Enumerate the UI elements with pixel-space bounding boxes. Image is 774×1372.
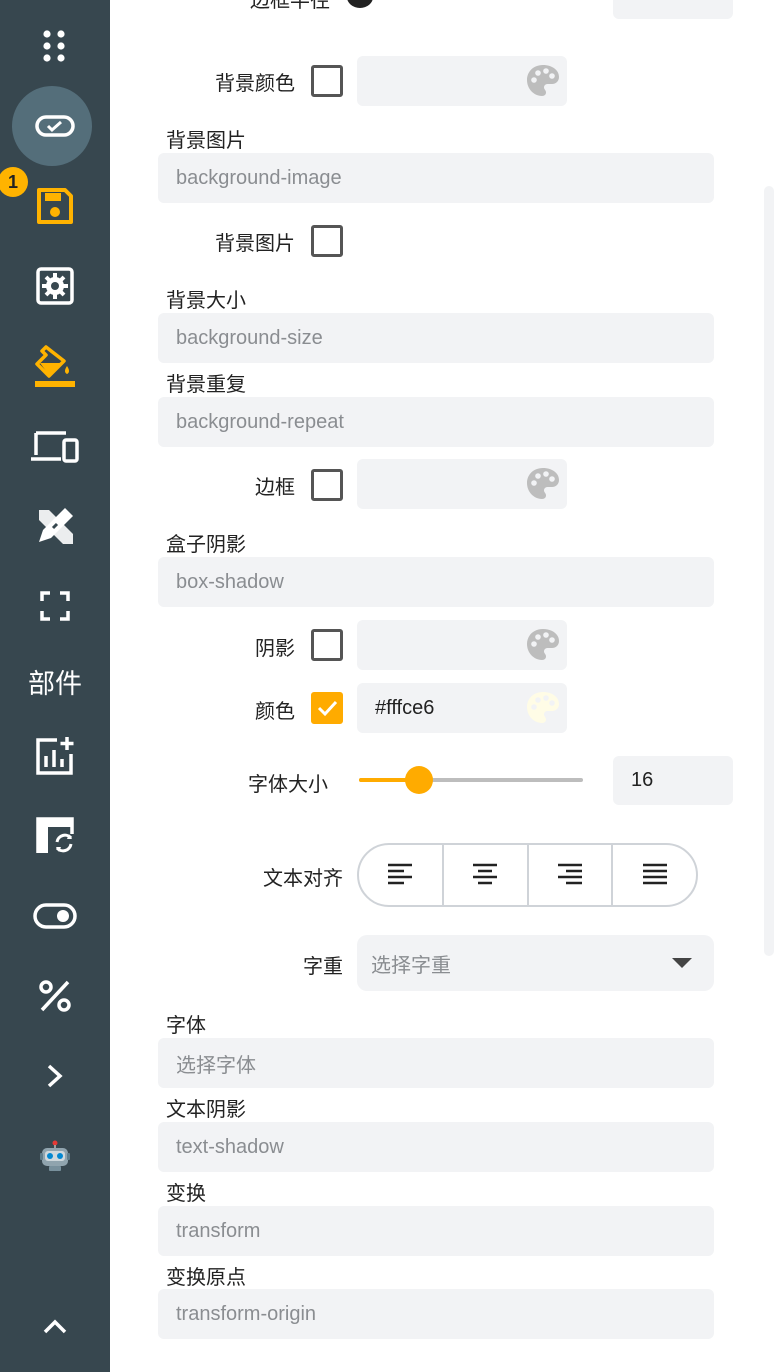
align-right-icon (557, 863, 582, 885)
align-justify-button[interactable] (611, 845, 696, 905)
chevron-up-icon[interactable] (0, 1297, 110, 1357)
scrollbar[interactable] (764, 186, 774, 956)
text-shadow-input[interactable]: text-shadow (158, 1122, 714, 1172)
save-icon[interactable] (0, 176, 110, 236)
paint-bucket-icon[interactable] (0, 336, 110, 396)
font-size-input[interactable]: 16 (613, 756, 733, 805)
palette-icon[interactable] (525, 627, 561, 663)
devices-icon[interactable] (0, 416, 110, 476)
align-left-button[interactable] (359, 845, 442, 905)
palette-icon[interactable] (525, 690, 561, 726)
slider-thumb[interactable] (405, 766, 434, 794)
font-weight-label: 字重 (303, 954, 343, 978)
transform-label: 变换 (166, 1181, 206, 1205)
bg-image-input[interactable]: background-image (158, 153, 714, 203)
font-family-label: 字体 (166, 1013, 206, 1037)
apps-grid-icon[interactable] (0, 16, 110, 76)
border-checkbox[interactable] (311, 469, 343, 501)
bg-image-checkbox[interactable] (311, 225, 343, 257)
fullscreen-icon[interactable] (0, 576, 110, 636)
font-size-slider[interactable] (359, 766, 583, 794)
dropdown-arrow-icon (672, 958, 692, 968)
add-chart-icon[interactable] (0, 726, 110, 786)
bg-size-label: 背景大小 (166, 288, 246, 312)
checkmark-icon (317, 700, 338, 717)
align-center-icon (473, 863, 498, 885)
align-center-button[interactable] (441, 845, 527, 905)
transform-origin-label: 变换原点 (166, 1265, 246, 1289)
shadow-checkbox[interactable] (311, 629, 343, 661)
shadow-label: 阴影 (255, 636, 295, 660)
widgets-label[interactable]: 部件 (0, 651, 110, 711)
bg-repeat-label: 背景重复 (166, 372, 246, 396)
text-shadow-label: 文本阴影 (166, 1097, 246, 1121)
design-tools-icon[interactable] (0, 496, 110, 556)
font-size-label: 字体大小 (248, 772, 328, 796)
transform-input[interactable]: transform (158, 1206, 714, 1256)
border-label: 边框 (255, 475, 295, 499)
toggle-check-icon[interactable] (0, 96, 110, 156)
border-radius-number-input[interactable] (613, 0, 733, 19)
toggle-icon[interactable] (0, 886, 110, 946)
border-color-field[interactable] (357, 459, 567, 509)
bg-color-field[interactable] (357, 56, 567, 106)
bg-size-input[interactable]: background-size (158, 313, 714, 363)
transform-origin-input[interactable]: transform-origin (158, 1289, 714, 1339)
color-checkbox[interactable] (311, 692, 343, 724)
bg-image-label: 背景图片 (166, 128, 246, 152)
palette-icon[interactable] (525, 63, 561, 99)
settings-icon[interactable] (0, 256, 110, 316)
bg-image-check-label: 背景图片 (215, 231, 295, 255)
align-left-icon (388, 863, 413, 885)
palette-icon[interactable] (525, 466, 561, 502)
text-color-field[interactable]: #fffce6 (357, 683, 567, 733)
bg-repeat-input[interactable]: background-repeat (158, 397, 714, 447)
slider-thumb-partial[interactable] (347, 0, 373, 8)
box-shadow-input[interactable]: box-shadow (158, 557, 714, 607)
bg-color-label: 背景颜色 (215, 71, 295, 95)
chevron-right-icon[interactable] (0, 1046, 110, 1106)
align-right-button[interactable] (526, 845, 612, 905)
border-radius-label: 边框半径 (250, 0, 330, 12)
text-align-label: 文本对齐 (263, 866, 343, 890)
font-family-input[interactable]: 选择字体 (158, 1038, 714, 1088)
color-label: 颜色 (255, 699, 295, 723)
sidebar: 1 部件 (0, 0, 110, 1372)
percent-icon[interactable] (0, 966, 110, 1026)
swap-layout-icon[interactable] (0, 806, 110, 866)
bg-color-checkbox[interactable] (311, 65, 343, 97)
font-weight-select[interactable]: 选择字重 (357, 935, 714, 991)
text-align-group (357, 843, 698, 907)
shadow-color-field[interactable] (357, 620, 567, 670)
align-justify-icon (642, 863, 667, 885)
box-shadow-label: 盒子阴影 (166, 532, 246, 556)
robot-icon[interactable] (0, 1126, 110, 1186)
